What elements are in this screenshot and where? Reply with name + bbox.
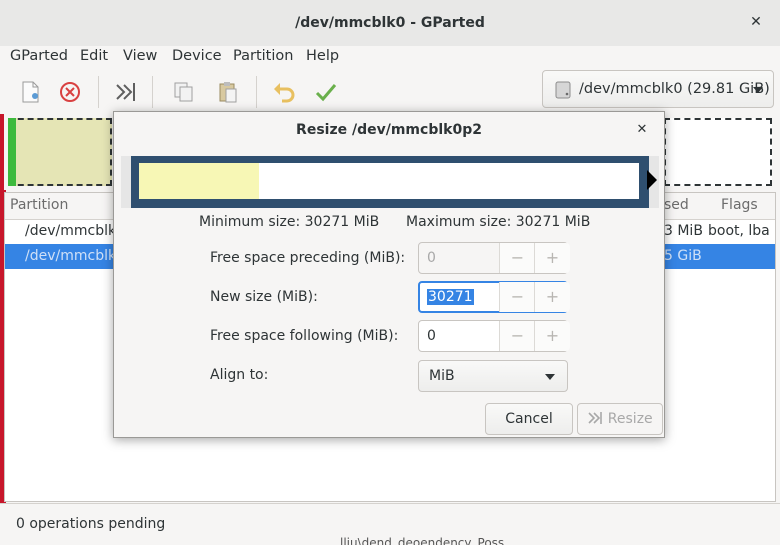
menu-gparted[interactable]: GParted xyxy=(10,48,68,64)
resize-move-icon[interactable] xyxy=(112,78,140,106)
row-partition: /dev/mmcblk0 xyxy=(25,223,125,239)
background-text: lliu\dend_deoendency_Poss xyxy=(340,536,505,545)
window-title: /dev/mmcblk0 - GParted xyxy=(295,15,485,31)
free-preceding-stepper: 0 − + xyxy=(418,242,570,274)
align-to-select[interactable]: MiB xyxy=(418,360,568,392)
column-header-partition[interactable]: Partition xyxy=(10,197,68,213)
increment-button: + xyxy=(534,321,570,351)
partition-used-area xyxy=(139,163,259,199)
align-to-value: MiB xyxy=(429,368,455,384)
dialog-title: Resize /dev/mmcblk0p2 xyxy=(296,122,482,138)
decrement-button: − xyxy=(499,243,535,273)
new-size-value[interactable]: 30271 xyxy=(427,289,474,305)
free-preceding-value: 0 xyxy=(427,250,436,266)
min-size-label: Minimum size: 30271 MiB xyxy=(199,214,380,230)
menu-view[interactable]: View xyxy=(123,48,157,64)
align-to-label: Align to: xyxy=(210,367,269,383)
device-selector[interactable]: /dev/mmcblk0 (29.81 GiB) xyxy=(542,70,774,108)
row-used: 3 MiB xyxy=(664,223,703,239)
disk-map-used-bar xyxy=(8,118,16,186)
increment-button: + xyxy=(534,282,570,312)
paste-icon[interactable] xyxy=(214,78,242,106)
new-partition-icon[interactable] xyxy=(16,78,44,106)
cancel-button[interactable]: Cancel xyxy=(485,403,573,435)
resize-dialog: Resize /dev/mmcblk0p2 ✕ Minimum size: 30… xyxy=(113,111,665,438)
menu-device[interactable]: Device xyxy=(172,48,222,64)
menu-partition[interactable]: Partition xyxy=(233,48,293,64)
resize-handle-right-icon[interactable] xyxy=(647,170,657,190)
delete-icon[interactable] xyxy=(56,78,84,106)
menu-bar: GParted Edit View Device Partition Help xyxy=(0,46,780,68)
title-bar: /dev/mmcblk0 - GParted ✕ xyxy=(0,0,780,47)
cancel-button-label: Cancel xyxy=(505,411,553,427)
max-size-label: Maximum size: 30271 MiB xyxy=(406,214,591,230)
copy-icon[interactable] xyxy=(170,78,198,106)
menu-help[interactable]: Help xyxy=(306,48,339,64)
drive-icon xyxy=(555,81,571,99)
column-header-used[interactable]: sed xyxy=(664,197,689,213)
decrement-button: − xyxy=(499,282,535,312)
menu-edit[interactable]: Edit xyxy=(80,48,108,64)
free-following-label: Free space following (MiB): xyxy=(210,328,399,344)
window-close-button[interactable]: ✕ xyxy=(746,12,766,32)
resize-button-label: Resize xyxy=(607,411,653,427)
new-size-label: New size (MiB): xyxy=(210,289,318,305)
row-flags: boot, lba xyxy=(708,223,770,239)
chevron-down-icon xyxy=(753,87,763,93)
decrement-button: − xyxy=(499,321,535,351)
device-selector-label: /dev/mmcblk0 (29.81 GiB) xyxy=(579,81,770,97)
resize-move-icon xyxy=(588,412,603,424)
disk-map-partition-1[interactable] xyxy=(8,118,112,186)
apply-icon[interactable] xyxy=(312,78,340,106)
resize-button[interactable]: Resize xyxy=(577,403,663,435)
status-text: 0 operations pending xyxy=(16,516,166,532)
undo-icon[interactable] xyxy=(270,78,298,106)
increment-button: + xyxy=(534,243,570,273)
chevron-down-icon xyxy=(545,374,555,380)
free-following-value[interactable]: 0 xyxy=(427,328,436,344)
resize-graphic xyxy=(121,156,659,208)
disk-map-partition-2[interactable] xyxy=(664,118,772,186)
new-size-input[interactable]: 30271 − + xyxy=(418,281,570,313)
row-partition: /dev/mmcblk0 xyxy=(25,248,125,264)
row-used: 5 GiB xyxy=(664,248,702,264)
free-following-stepper[interactable]: 0 − + xyxy=(418,320,570,352)
free-preceding-label: Free space preceding (MiB): xyxy=(210,250,406,266)
column-header-flags[interactable]: Flags xyxy=(721,197,758,213)
dialog-close-button[interactable]: ✕ xyxy=(632,120,652,140)
